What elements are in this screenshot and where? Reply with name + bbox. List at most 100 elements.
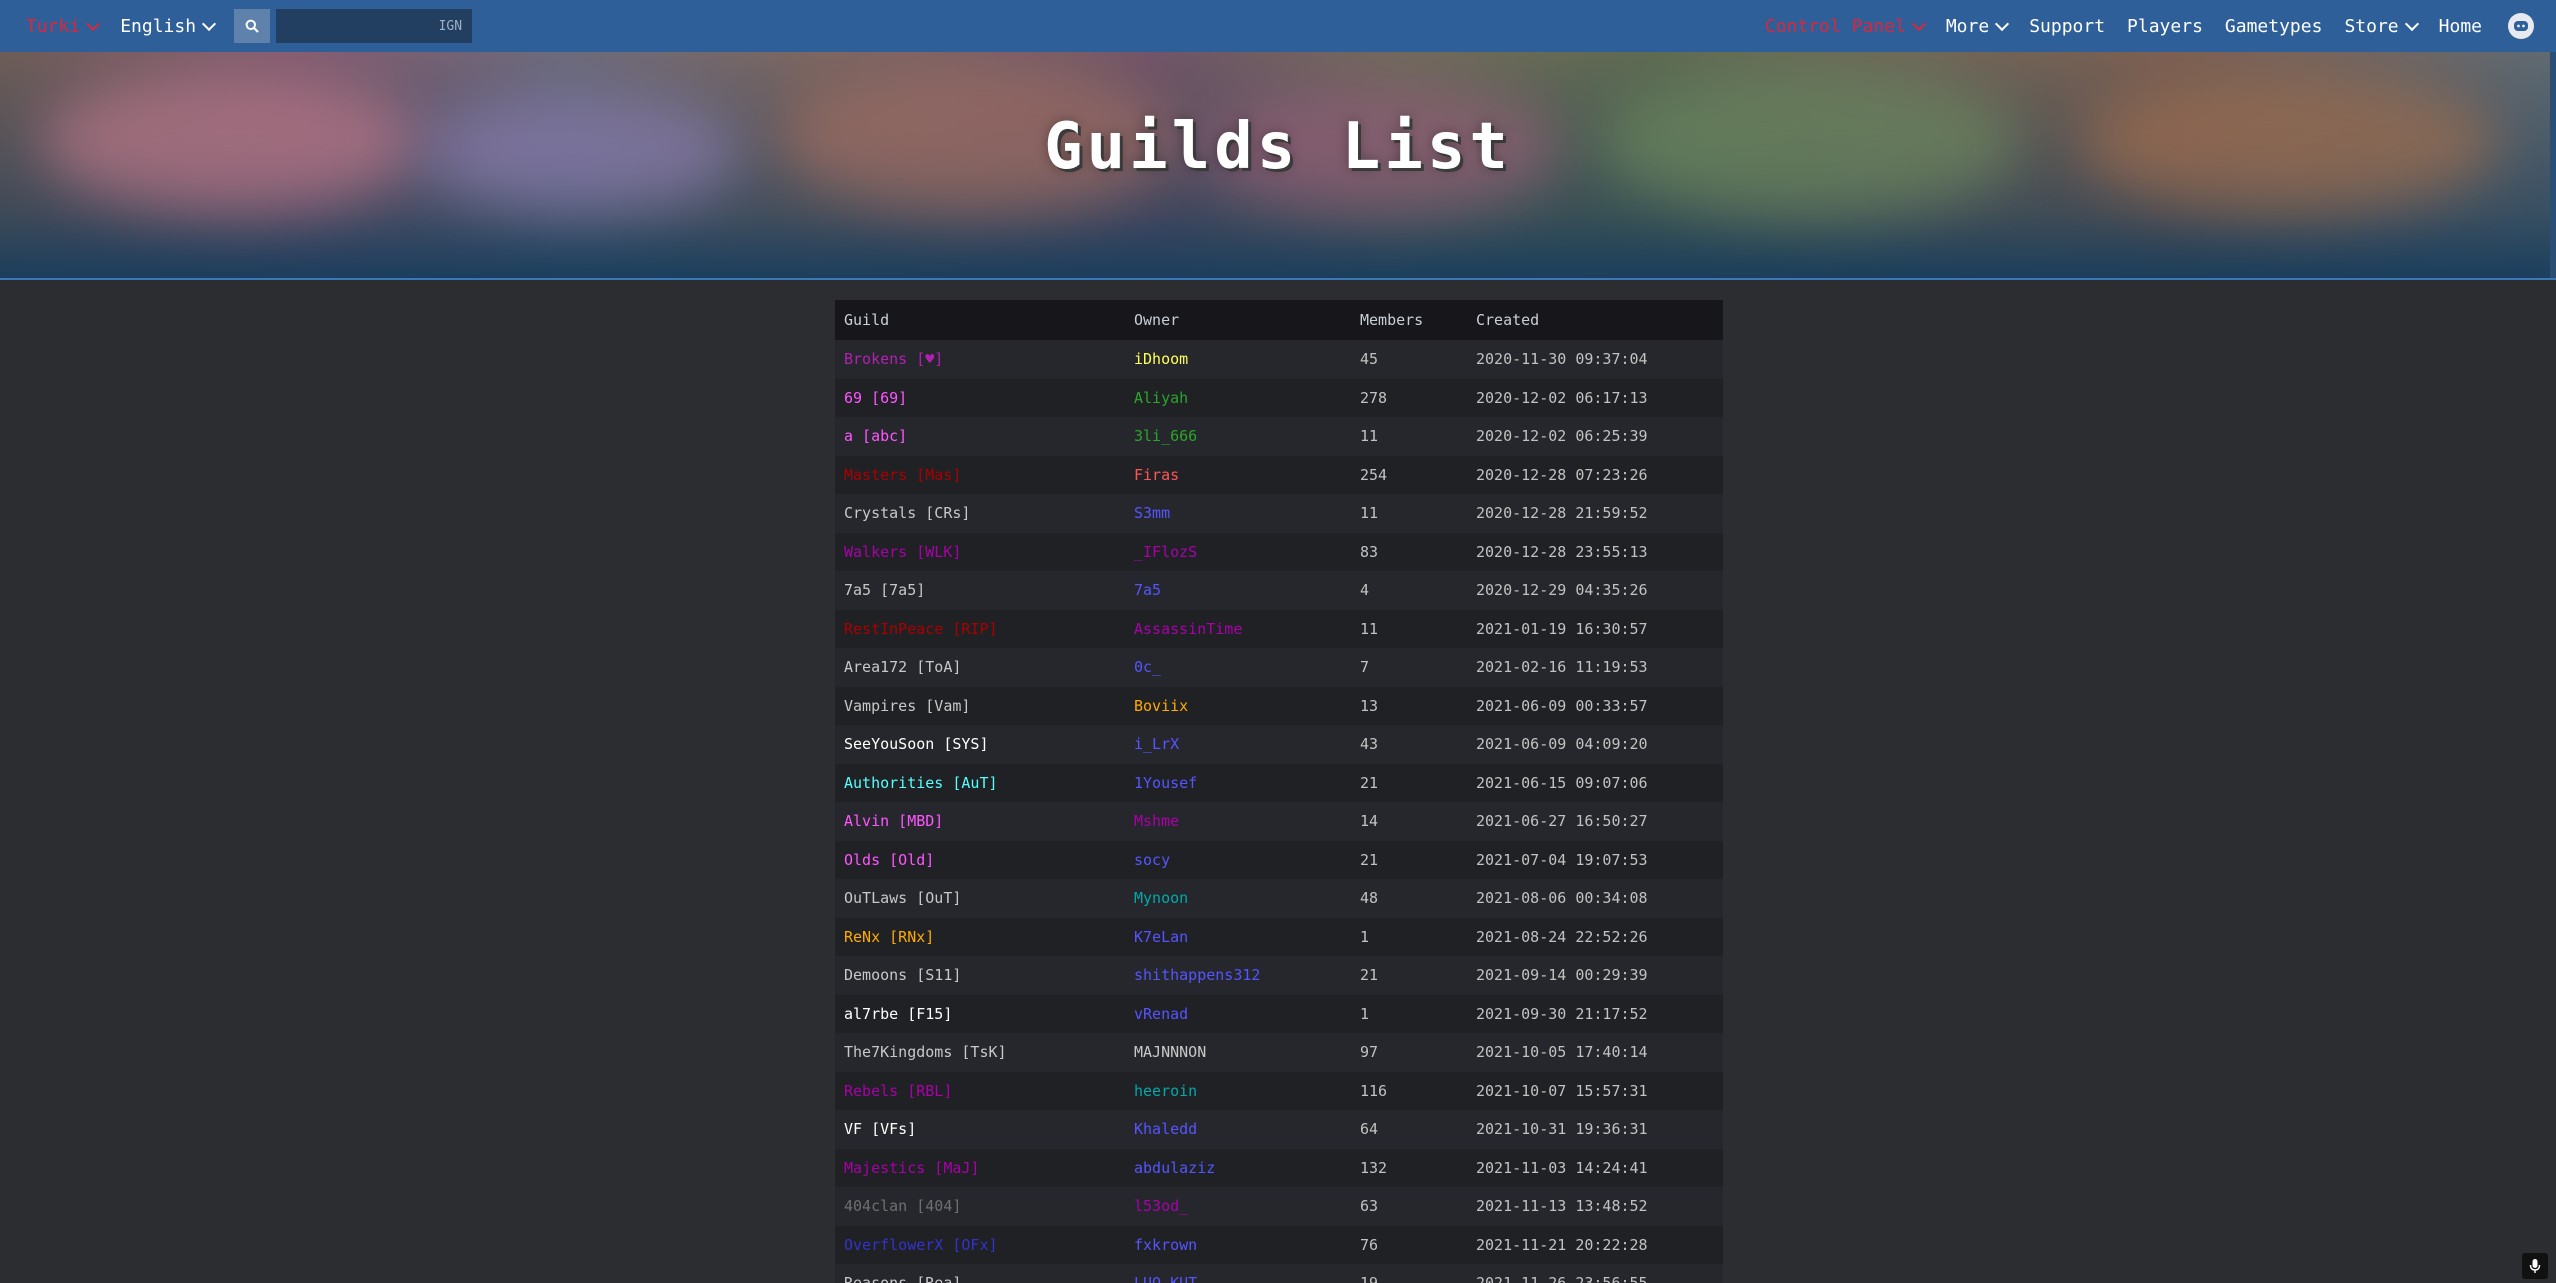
owner-name-cell[interactable]: _IFlozS — [1125, 533, 1351, 572]
table-row[interactable]: Masters [Mas] Firas 254 2020-12-28 07:23:26 — [835, 455, 1723, 495]
guild-name-cell[interactable]: Rebels [RBL] — [835, 1072, 1125, 1111]
members-count-cell: 254 — [1360, 465, 1388, 484]
table-row[interactable]: Majestics [MaJ] abdulaziz 132 2021-11-03 14… — [835, 1148, 1723, 1188]
table-row[interactable]: ReNx [RNx] K7eLan 1 2021-08-24 22:52:26 — [835, 917, 1723, 957]
table-row[interactable]: al7rbe [F15] vRenad 1 2021-09-30 21:17:52 — [835, 994, 1723, 1034]
column-header-created[interactable]: Created — [1467, 300, 1723, 340]
table-row[interactable]: Authorities [AuT] 1Yousef 21 2021-06-15 09:… — [835, 763, 1723, 803]
microphone-icon — [2529, 1259, 2541, 1273]
table-row[interactable]: OverflowerX [OFx] fxkrown 76 2021-11-21 20:… — [835, 1225, 1723, 1265]
table-row[interactable]: Walkers [WLK] _IFlozS 83 2020-12-28 23:55:1… — [835, 532, 1723, 572]
guilds-table-container: Guild Owner Members Created Brokens [♥] i… — [835, 300, 1723, 1283]
guild-name-cell[interactable]: Masters [Mas] — [835, 456, 1125, 495]
guild-name-cell[interactable]: The7Kingdoms [TsK] — [835, 1033, 1125, 1072]
search-input[interactable]: IGN — [276, 9, 473, 43]
table-row[interactable]: The7Kingdoms [TsK] MAJNNNON 97 2021-10-05 1… — [835, 1033, 1723, 1072]
table-row[interactable]: 404clan [404] l53od_ 63 2021-11-13 13:48:52 — [835, 1187, 1723, 1226]
guild-name-cell[interactable]: Brokens [♥] — [835, 340, 1125, 379]
created-date-cell: 2021-02-16 11:19:53 — [1476, 658, 1648, 677]
table-row[interactable]: OuTLaws [OuT] Mynoon 48 2021-08-06 00:34:08 — [835, 879, 1723, 918]
owner-name-cell[interactable]: Aliyah — [1125, 379, 1351, 418]
nav-home-link[interactable]: Home — [2439, 16, 2482, 37]
table-row[interactable]: Vampires [Vam] Boviix 13 2021-06-09 00:33:5… — [835, 686, 1723, 726]
owner-name-cell[interactable]: K7eLan — [1125, 918, 1351, 957]
owner-name-cell[interactable]: heeroin — [1125, 1072, 1351, 1111]
members-count-cell: 76 — [1360, 1235, 1379, 1254]
microphone-button[interactable] — [2522, 1253, 2548, 1279]
owner-name-cell[interactable]: 1Yousef — [1125, 764, 1351, 803]
owner-name-cell[interactable]: MAJNNNON — [1125, 1033, 1351, 1072]
guild-name-cell[interactable]: ReNx [RNx] — [835, 918, 1125, 957]
owner-name-cell[interactable]: 0c_ — [1125, 648, 1351, 687]
owner-name-cell[interactable]: Firas — [1125, 456, 1351, 495]
guild-name-cell[interactable]: Area172 [ToA] — [835, 648, 1125, 687]
owner-name-cell[interactable]: LUO_KUT — [1125, 1264, 1351, 1283]
language-region-dropdown[interactable]: Turki — [26, 15, 101, 37]
owner-name-cell[interactable]: Boviix — [1125, 687, 1351, 726]
guild-name-cell[interactable]: Vampires [Vam] — [835, 687, 1125, 726]
table-row[interactable]: SeeYouSoon [SYS] i_LrX 43 2021-06-09 04:09:… — [835, 725, 1723, 764]
guild-name-cell[interactable]: SeeYouSoon [SYS] — [835, 725, 1125, 764]
table-row[interactable]: Demoons [S11] shithappens312 21 2021-09-14 … — [835, 956, 1723, 995]
column-header-guild[interactable]: Guild — [835, 300, 1125, 340]
table-row[interactable]: Crystals [CRs] S3mm 11 2020-12-28 21:59:52 — [835, 494, 1723, 533]
more-dropdown[interactable]: More — [1946, 16, 2010, 37]
table-row[interactable]: Alvin [MBD] Mshme 14 2021-06-27 16:50:27 — [835, 802, 1723, 841]
column-header-owner[interactable]: Owner — [1125, 300, 1351, 340]
owner-name-cell[interactable]: i_LrX — [1125, 725, 1351, 764]
owner-name-cell[interactable]: fxkrown — [1125, 1226, 1351, 1265]
guild-name-cell[interactable]: Authorities [AuT] — [835, 764, 1125, 803]
table-row[interactable]: a [abc] 3li_666 11 2020-12-02 06:25:39 — [835, 417, 1723, 456]
members-count-cell: 4 — [1360, 581, 1370, 600]
owner-name-cell[interactable]: socy — [1125, 841, 1351, 880]
language-region-label: Turki — [26, 15, 81, 37]
table-row[interactable]: Area172 [ToA] 0c_ 7 2021-02-16 11:19:53 — [835, 648, 1723, 687]
nav-gametypes-link[interactable]: Gametypes — [2225, 16, 2323, 37]
control-panel-dropdown[interactable]: Control Panel — [1765, 16, 1926, 37]
guild-name-cell[interactable]: Walkers [WLK] — [835, 533, 1125, 572]
guild-name-cell[interactable]: Crystals [CRs] — [835, 494, 1125, 533]
guild-name-cell[interactable]: Reasons [Rea] — [835, 1264, 1125, 1283]
owner-name-cell[interactable]: Khaledd — [1125, 1110, 1351, 1149]
guild-name-cell[interactable]: VF [VFs] — [835, 1110, 1125, 1149]
guild-name-cell[interactable]: 404clan [404] — [835, 1187, 1125, 1226]
guild-name-cell[interactable]: 7a5 [7a5] — [835, 571, 1125, 610]
table-row[interactable]: 7a5 [7a5] 7a5 4 2020-12-29 04:35:26 — [835, 571, 1723, 610]
members-count-cell: 11 — [1360, 504, 1379, 523]
owner-name-cell[interactable]: Mynoon — [1125, 879, 1351, 918]
owner-name-cell[interactable]: AssassinTime — [1125, 610, 1351, 649]
guild-name-cell[interactable]: RestInPeace [RIP] — [835, 610, 1125, 649]
table-row[interactable]: Olds [Old] socy 21 2021-07-04 19:07:53 — [835, 840, 1723, 880]
owner-name-cell[interactable]: 3li_666 — [1125, 417, 1351, 456]
guild-name-cell[interactable]: OverflowerX [OFx] — [835, 1226, 1125, 1265]
guild-name-cell[interactable]: Majestics [MaJ] — [835, 1149, 1125, 1188]
owner-name-cell[interactable]: abdulaziz — [1125, 1149, 1351, 1188]
guild-name-cell[interactable]: a [abc] — [835, 417, 1125, 456]
owner-name-cell[interactable]: Mshme — [1125, 802, 1351, 841]
guild-name-cell[interactable]: Olds [Old] — [835, 841, 1125, 880]
language-dropdown[interactable]: English — [120, 16, 217, 37]
guild-name-cell[interactable]: 69 [69] — [835, 379, 1125, 418]
table-row[interactable]: 69 [69] Aliyah 278 2020-12-02 06:17:13 — [835, 378, 1723, 418]
guild-name-cell[interactable]: Alvin [MBD] — [835, 802, 1125, 841]
table-row[interactable]: Brokens [♥] iDhoom 45 2020-11-30 09:37:04 — [835, 340, 1723, 379]
nav-players-link[interactable]: Players — [2127, 16, 2203, 37]
table-row[interactable]: Reasons [Rea]LUO_KUT192021-11-26 23:56:5… — [835, 1264, 1723, 1283]
owner-name-cell[interactable]: l53od_ — [1125, 1187, 1351, 1226]
column-header-members[interactable]: Members — [1351, 300, 1467, 340]
owner-name-cell[interactable]: iDhoom — [1125, 340, 1351, 379]
guild-name-cell[interactable]: OuTLaws [OuT] — [835, 879, 1125, 918]
table-row[interactable]: RestInPeace [RIP] AssassinTime 11 2021-01-1… — [835, 609, 1723, 649]
discord-button[interactable] — [2508, 13, 2534, 39]
guild-name-cell[interactable]: al7rbe [F15] — [835, 995, 1125, 1034]
owner-name-cell[interactable]: vRenad — [1125, 995, 1351, 1034]
owner-name-cell[interactable]: 7a5 — [1125, 571, 1351, 610]
table-row[interactable]: VF [VFs] Khaledd 64 2021-10-31 19:36:31 — [835, 1110, 1723, 1149]
guild-name-cell[interactable]: Demoons [S11] — [835, 956, 1125, 995]
store-dropdown[interactable]: Store — [2344, 16, 2419, 37]
table-row[interactable]: Rebels [RBL] heeroin 116 2021-10-07 15:57:3… — [835, 1071, 1723, 1111]
owner-name-cell[interactable]: S3mm — [1125, 494, 1351, 533]
owner-name-cell[interactable]: shithappens312 — [1125, 956, 1351, 995]
nav-support-link[interactable]: Support — [2029, 16, 2105, 37]
search-button[interactable] — [234, 9, 271, 43]
